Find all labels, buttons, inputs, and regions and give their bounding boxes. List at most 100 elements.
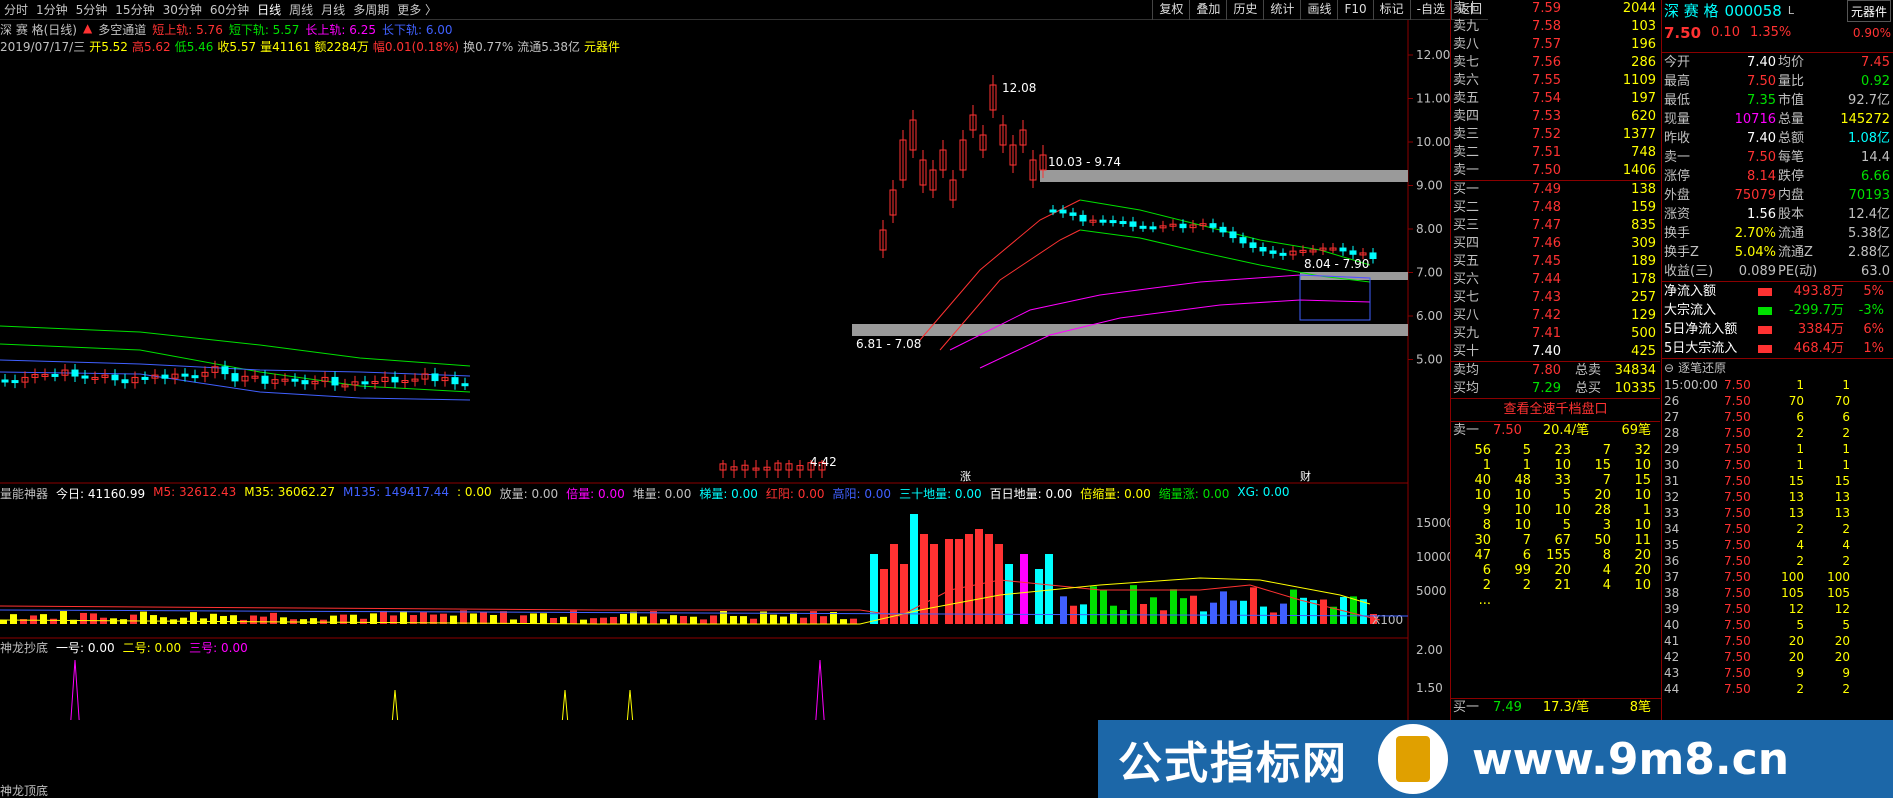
volume-bar [780, 616, 787, 624]
info-row: 收益(三) 0.089 PE(动) 63.0 [1662, 262, 1893, 281]
depth-tick-row: 10 10 5 20 10 [1451, 488, 1660, 503]
depth-tick-value: 10 [1634, 458, 1651, 473]
bid-price[interactable]: 7.45 [1501, 253, 1561, 271]
toolbar-button-7[interactable]: -自选 [1409, 0, 1451, 20]
stock-name: 深 赛 格 [1664, 2, 1719, 20]
ask-price[interactable]: 7.58 [1501, 18, 1561, 36]
flow-bar [1758, 326, 1772, 334]
period-tab-0[interactable]: 分时 [0, 1, 32, 18]
period-tab-6[interactable]: 日线 [253, 1, 285, 18]
ask-row: 卖三 7.52 1377 [1451, 126, 1660, 144]
bid-price[interactable]: 7.49 [1501, 181, 1561, 199]
volume-bar [420, 612, 427, 624]
depth-tick-row: 47 6 155 8 20 [1451, 548, 1660, 563]
depth-tick-value: 8 [1482, 518, 1491, 533]
toolbar-button-5[interactable]: F10 [1337, 0, 1372, 20]
shenlong-tick-label: 2.00 [1416, 643, 1443, 657]
bid-price[interactable]: 7.43 [1501, 289, 1561, 307]
ask-price[interactable]: 7.59 [1501, 0, 1561, 18]
period-tab-4[interactable]: 30分钟 [159, 1, 206, 18]
period-tab-5[interactable]: 60分钟 [206, 1, 253, 18]
info-value: 63.0 [1861, 264, 1890, 279]
ask-price[interactable]: 7.56 [1501, 54, 1561, 72]
ask-price[interactable]: 7.57 [1501, 36, 1561, 54]
depth-tick-value: 67 [1554, 533, 1571, 548]
trade-price: 7.50 [1724, 442, 1751, 456]
kline-chart[interactable]: 12.08 10.03 - 9.74 8.04 - 7.90 6.81 - 7.… [0, 20, 1450, 720]
period-tab-3[interactable]: 15分钟 [111, 1, 158, 18]
period-tab-10[interactable]: 更多 〉 [393, 1, 441, 18]
ask-price[interactable]: 7.55 [1501, 72, 1561, 90]
depth-tick-value: ... [1478, 593, 1491, 608]
buy1-count: 8笔 [1629, 700, 1651, 715]
ask-price[interactable]: 7.51 [1501, 144, 1561, 162]
trade-price: 7.50 [1724, 618, 1751, 632]
trade-price: 7.50 [1724, 394, 1751, 408]
full-depth-link[interactable]: 查看全速千档盘口 [1451, 399, 1660, 421]
trade-row: 26 7.50 70 70 [1662, 393, 1893, 409]
volume-bar [330, 615, 337, 624]
trade-count: 13 [1834, 490, 1850, 504]
volume-bar [10, 614, 17, 624]
volume-m35: M35: 36062.27 [244, 485, 335, 499]
period-tab-9[interactable]: 多周期 [349, 1, 393, 18]
info-value: 7.35 [1747, 93, 1776, 108]
bid-price[interactable]: 7.47 [1501, 217, 1561, 235]
bid-price[interactable]: 7.46 [1501, 235, 1561, 253]
toolbar-button-4[interactable]: 画线 [1300, 0, 1337, 20]
toolbar-button-3[interactable]: 统计 [1263, 0, 1300, 20]
bid-price[interactable]: 7.44 [1501, 271, 1561, 289]
flow-value: 468.4万 [1793, 341, 1844, 356]
depth-tick-value: 7 [1602, 443, 1611, 458]
info-row: 卖一 7.50 每笔 14.4 [1662, 148, 1893, 167]
volume-bar [560, 616, 567, 624]
collapse-icon[interactable]: ⊖ [1664, 359, 1674, 377]
toolbar-button-2[interactable]: 历史 [1226, 0, 1263, 20]
bottom-indicator-name[interactable]: 神龙顶底 [0, 782, 48, 798]
flow-bar [1758, 307, 1772, 315]
ask-volume: 286 [1631, 55, 1656, 70]
depth-tick-value: 4 [1602, 563, 1611, 578]
bid-volume: 309 [1631, 236, 1656, 251]
volume-bar [520, 615, 527, 624]
period-tab-1[interactable]: 1分钟 [32, 1, 72, 18]
toolbar-button-0[interactable]: 复权 [1152, 0, 1189, 20]
bid-label: 买十 [1453, 344, 1480, 359]
volume-flag-9: 缩量涨: 0.00 [1158, 487, 1230, 501]
sector-tag[interactable]: 元器件 [1846, 0, 1891, 22]
volume-bar [1280, 603, 1287, 624]
ask-price[interactable]: 7.50 [1501, 162, 1561, 180]
zone-mid-label: 8.04 - 7.90 [1304, 257, 1369, 271]
info-value: 7.45 [1861, 55, 1890, 70]
volume-indicator-name[interactable]: 量能神器 [0, 485, 48, 501]
candle-body [1229, 231, 1237, 239]
flow-pct: -3% [1858, 303, 1884, 318]
zhang-marker: 涨 [960, 470, 971, 483]
shenlong-two: 二号: 0.00 [122, 641, 182, 655]
info-value: 92.7亿 [1848, 93, 1890, 108]
volume-flag-10: XG: 0.00 [1237, 485, 1290, 499]
info-row: 最高 7.50 量比 0.92 [1662, 72, 1893, 91]
depth-tick-value: 15 [1594, 458, 1611, 473]
candle-body [191, 375, 199, 379]
volume-bar [840, 619, 847, 624]
sector-pct: 0.90% [1852, 26, 1891, 40]
bid-price[interactable]: 7.42 [1501, 307, 1561, 325]
depth-tick-row: 6 99 20 4 20 [1451, 563, 1660, 578]
period-tab-8[interactable]: 月线 [317, 1, 349, 18]
depth-tick-row: 8 10 5 3 10 [1451, 518, 1660, 533]
ask-price[interactable]: 7.54 [1501, 90, 1561, 108]
ask-price[interactable]: 7.53 [1501, 108, 1561, 126]
shenlong-name[interactable]: 神龙抄底 [0, 639, 48, 655]
trades-title[interactable]: 逐笔还原 [1678, 359, 1726, 377]
bid-price[interactable]: 7.40 [1501, 343, 1561, 361]
toolbar-button-1[interactable]: 叠加 [1189, 0, 1226, 20]
bid-price[interactable]: 7.48 [1501, 199, 1561, 217]
period-tab-2[interactable]: 5分钟 [72, 1, 112, 18]
trade-time: 30 [1664, 458, 1680, 472]
period-tab-7[interactable]: 周线 [285, 1, 317, 18]
bid-price[interactable]: 7.41 [1501, 325, 1561, 343]
ask-price[interactable]: 7.52 [1501, 126, 1561, 144]
info-key: 换手 [1664, 226, 1691, 241]
toolbar-button-6[interactable]: 标记 [1372, 0, 1410, 20]
